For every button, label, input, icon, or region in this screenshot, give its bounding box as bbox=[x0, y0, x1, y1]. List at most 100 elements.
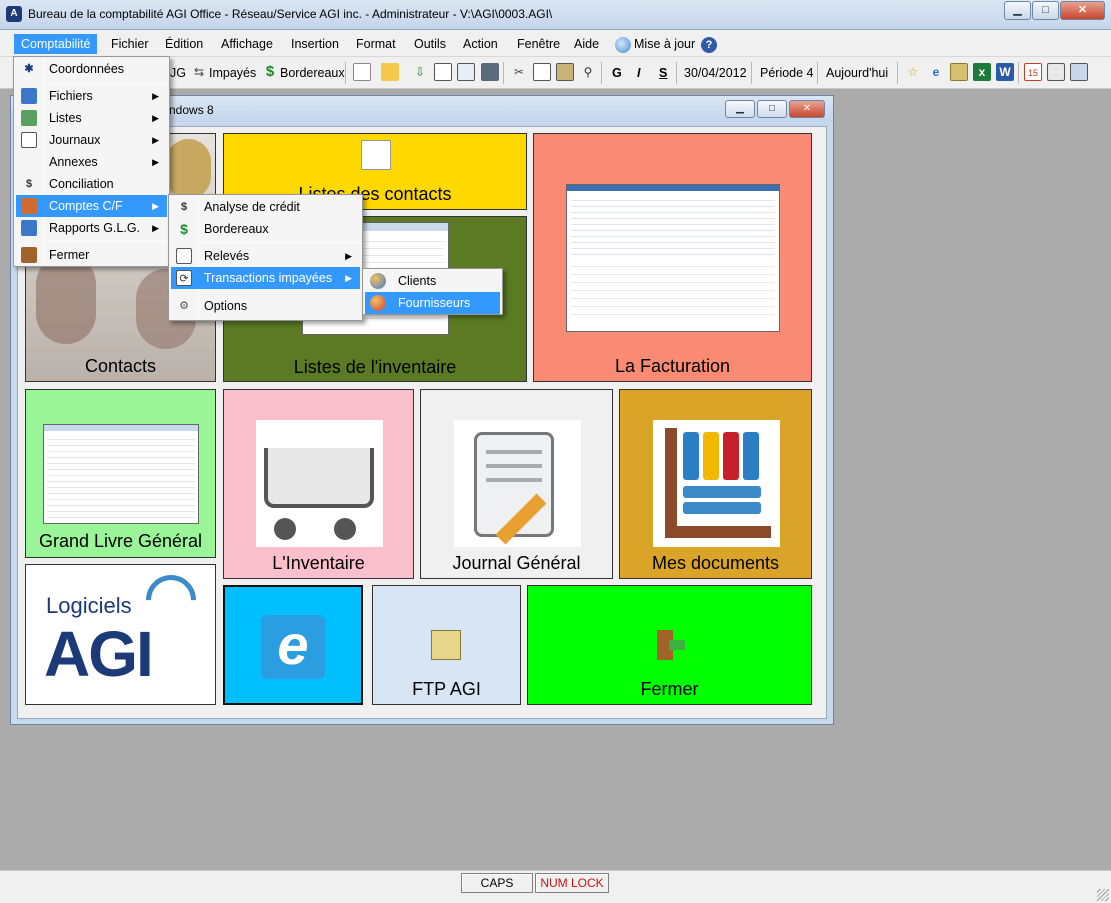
toolbar-separator bbox=[1018, 62, 1019, 84]
menu-item-analyse-credit[interactable]: $ Analyse de crédit bbox=[171, 196, 360, 218]
menu-action[interactable]: Action bbox=[456, 34, 505, 54]
dashboard-restore-button[interactable]: □ bbox=[757, 100, 787, 118]
impayes-icon: ⇆ bbox=[193, 65, 205, 79]
period-field[interactable]: Période 4 bbox=[760, 61, 814, 85]
menu-fichier[interactable]: Fichier bbox=[104, 34, 156, 54]
dashboard-close-button[interactable]: ✕ bbox=[789, 100, 825, 118]
menu-item-label: Fichiers bbox=[49, 89, 93, 103]
today-button[interactable]: Aujourd'hui bbox=[826, 61, 888, 85]
binoculars-icon[interactable]: ⚲ bbox=[579, 63, 597, 81]
menu-item-comptes-cf[interactable]: Comptes C/F ▶ bbox=[16, 195, 167, 217]
tile-fermer[interactable]: Fermer bbox=[527, 585, 812, 705]
menu-item-transactions-impayees[interactable]: ⟳ Transactions impayées ▶ bbox=[171, 267, 360, 289]
tile-inventaire-label: L'Inventaire bbox=[272, 553, 365, 573]
calendar-icon[interactable]: 15 bbox=[1024, 63, 1042, 81]
menu-item-label: Listes bbox=[49, 111, 82, 125]
open-folder-icon[interactable] bbox=[381, 63, 399, 81]
tile-facturation[interactable]: La Facturation bbox=[533, 133, 812, 382]
submenu-arrow-icon: ▶ bbox=[152, 113, 159, 123]
layout-icon[interactable] bbox=[1070, 63, 1088, 81]
menu-aide[interactable]: Aide bbox=[567, 34, 606, 54]
contact-list-icon bbox=[361, 140, 391, 170]
menu-insertion[interactable]: Insertion bbox=[284, 34, 346, 54]
menu-item-journaux[interactable]: Journaux ▶ bbox=[16, 129, 167, 151]
menu-separator bbox=[45, 241, 167, 242]
tile-ftp[interactable]: FTP AGI bbox=[372, 585, 521, 705]
maximize-button[interactable]: □ bbox=[1032, 1, 1059, 20]
menu-item-fermer[interactable]: Fermer bbox=[16, 244, 167, 266]
date-field[interactable]: 30/04/2012 bbox=[684, 61, 747, 85]
app-icon[interactable]: A bbox=[6, 6, 22, 22]
menu-separator bbox=[45, 83, 167, 84]
tile-documents[interactable]: Mes documents bbox=[619, 389, 812, 579]
menu-item-fournisseurs[interactable]: Fournisseurs bbox=[365, 292, 500, 314]
contacts-figure-image bbox=[166, 139, 211, 199]
printer-icon[interactable] bbox=[481, 63, 499, 81]
tile-documents-label: Mes documents bbox=[651, 553, 780, 573]
page-icon[interactable] bbox=[434, 63, 452, 81]
menu-fenetre[interactable]: Fenêtre bbox=[510, 34, 567, 54]
menu-edition[interactable]: Édition bbox=[158, 34, 210, 54]
italic-button[interactable]: I bbox=[637, 61, 640, 85]
tile-inventaire[interactable]: L'Inventaire bbox=[223, 389, 414, 579]
star-icon[interactable]: ☆ bbox=[904, 63, 922, 81]
menu-affichage[interactable]: Affichage bbox=[214, 34, 280, 54]
menu-item-label: Conciliation bbox=[49, 177, 114, 191]
toolbar-bordereaux-button[interactable]: Bordereaux bbox=[280, 61, 345, 85]
copy-icon[interactable] bbox=[533, 63, 551, 81]
submenu-arrow-icon: ▶ bbox=[152, 201, 159, 211]
new-document-icon[interactable] bbox=[353, 63, 371, 81]
tile-journal[interactable]: Journal Général bbox=[420, 389, 613, 579]
menu-item-label: Rapports G.L.G. bbox=[49, 221, 141, 235]
menu-item-releves[interactable]: Relevés ▶ bbox=[171, 245, 360, 267]
menu-item-clients[interactable]: Clients bbox=[365, 270, 500, 292]
menu-item-label: Options bbox=[204, 299, 248, 313]
toolbar-jg-button[interactable]: JG bbox=[170, 61, 186, 85]
download-icon[interactable]: ⇩ bbox=[411, 63, 429, 81]
menu-item-bordereaux[interactable]: $ Bordereaux bbox=[171, 218, 360, 240]
tile-ftp-label: FTP AGI bbox=[412, 679, 481, 699]
coordonnees-icon: ✱ bbox=[24, 63, 34, 75]
close-button[interactable]: ✕ bbox=[1060, 1, 1105, 20]
menu-outils[interactable]: Outils bbox=[407, 34, 453, 54]
folder-search-icon[interactable] bbox=[950, 63, 968, 81]
bold-button[interactable]: G bbox=[612, 61, 622, 85]
menu-item-fichiers[interactable]: Fichiers ▶ bbox=[16, 85, 167, 107]
submenu-arrow-icon: ▶ bbox=[152, 135, 159, 145]
paste-icon[interactable] bbox=[556, 63, 574, 81]
menu-item-coordonnees[interactable]: ✱ Coordonnées bbox=[16, 58, 167, 80]
tile-grand-livre-label: Grand Livre Général bbox=[38, 531, 203, 551]
transactions-icon: ⟳ bbox=[176, 270, 192, 286]
menu-format[interactable]: Format bbox=[349, 34, 403, 54]
exit-door-icon bbox=[655, 630, 687, 662]
dashboard-minimize-button[interactable]: ▁ bbox=[725, 100, 755, 118]
internet-explorer-icon[interactable]: e bbox=[927, 63, 945, 81]
tile-logo[interactable]: Logiciels AGI bbox=[25, 564, 216, 705]
tile-internet-explorer[interactable]: e bbox=[223, 585, 363, 705]
menu-item-rapports-glg[interactable]: Rapports G.L.G. ▶ bbox=[16, 217, 167, 239]
status-bar: CAPS NUM LOCK bbox=[0, 870, 1111, 903]
tile-listes-inventaire-label: Listes de l'inventaire bbox=[293, 357, 457, 377]
shopping-cart-icon bbox=[256, 420, 383, 547]
underline-button[interactable]: S bbox=[659, 61, 667, 85]
menu-item-listes[interactable]: Listes ▶ bbox=[16, 107, 167, 129]
toolbar-separator bbox=[601, 62, 602, 84]
minimize-button[interactable]: ▁ bbox=[1004, 1, 1031, 20]
window-icon[interactable] bbox=[1047, 63, 1065, 81]
menu-item-conciliation[interactable]: $ Conciliation bbox=[16, 173, 167, 195]
menu-mise-a-jour[interactable]: Mise à jour bbox=[608, 34, 702, 54]
menu-item-options[interactable]: ⚙ Options bbox=[171, 295, 360, 317]
ledger-thumbnail bbox=[43, 424, 199, 524]
menu-item-label: Comptes C/F bbox=[49, 199, 123, 213]
word-icon[interactable]: W bbox=[996, 63, 1014, 81]
menu-comptabilite[interactable]: Comptabilité bbox=[14, 34, 98, 54]
help-button[interactable]: ? bbox=[694, 34, 727, 54]
print-preview-icon[interactable] bbox=[457, 63, 475, 81]
excel-icon[interactable]: x bbox=[973, 63, 991, 81]
tile-grand-livre[interactable]: Grand Livre Général bbox=[25, 389, 216, 558]
scissors-icon[interactable]: ✂ bbox=[510, 63, 528, 81]
menu-item-annexes[interactable]: Annexes ▶ bbox=[16, 151, 167, 173]
toolbar-impayes-button[interactable]: Impayés bbox=[209, 61, 256, 85]
bookshelf-icon bbox=[653, 420, 780, 547]
resize-grip[interactable] bbox=[1097, 889, 1109, 901]
